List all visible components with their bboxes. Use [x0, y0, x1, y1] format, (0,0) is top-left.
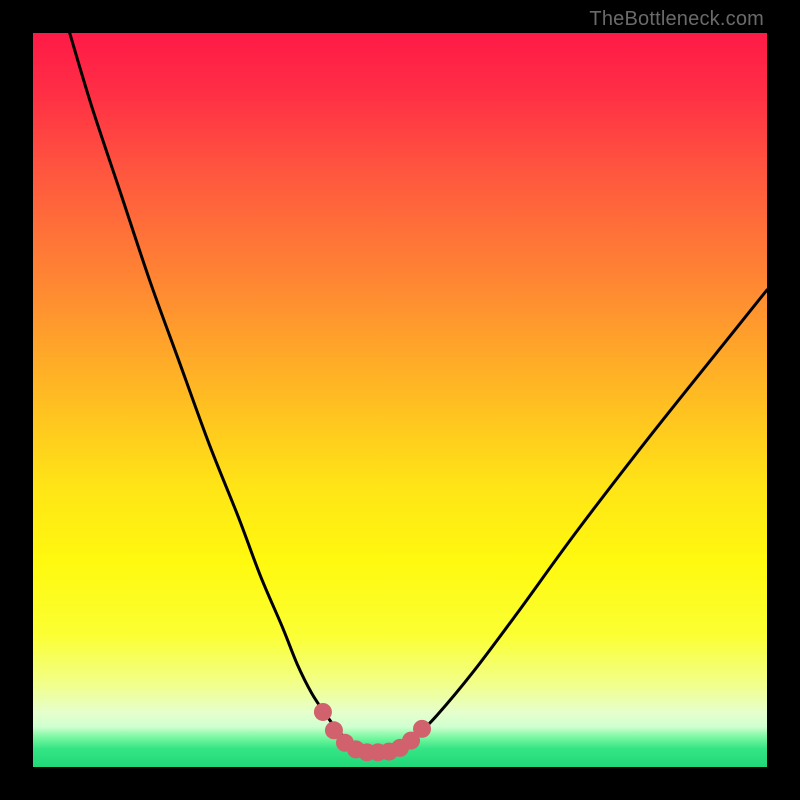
- outer-frame: TheBottleneck.com: [0, 0, 800, 800]
- curve-layer: [33, 33, 767, 767]
- curve-marker: [314, 703, 332, 721]
- curve-bottom-markers: [314, 703, 431, 761]
- watermark-text: TheBottleneck.com: [589, 8, 764, 31]
- bottleneck-curve: [70, 33, 767, 753]
- plot-area: [33, 33, 767, 767]
- curve-marker: [413, 720, 431, 738]
